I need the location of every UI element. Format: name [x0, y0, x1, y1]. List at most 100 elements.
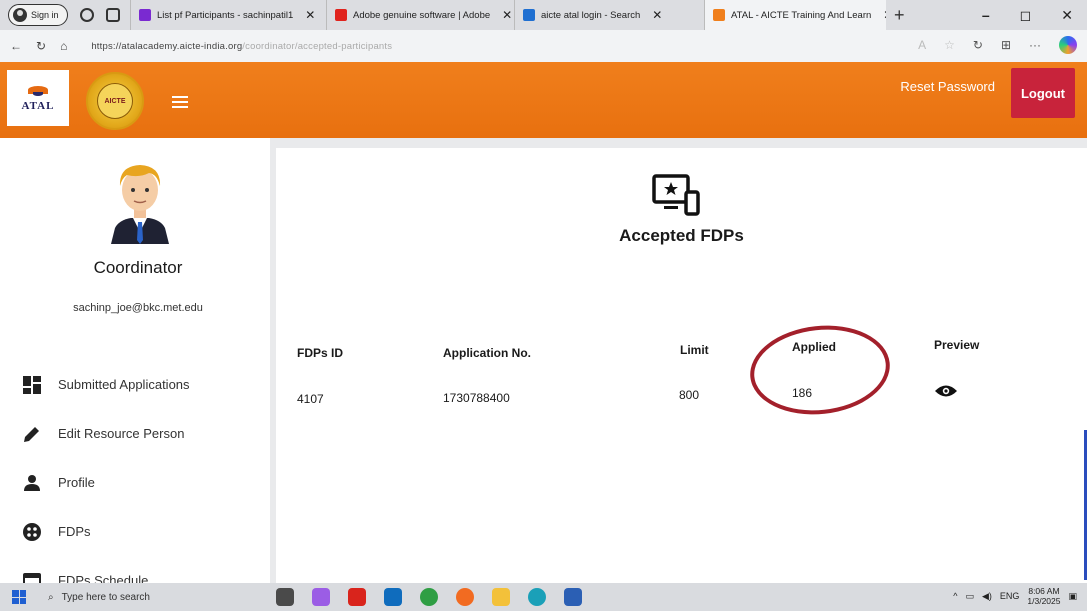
column-header-preview: Preview — [934, 338, 980, 352]
pencil-icon — [22, 424, 42, 444]
clock[interactable]: 8:06 AM 1/3/2025 — [1027, 586, 1060, 606]
copilot-app-icon[interactable] — [312, 588, 330, 606]
logout-button[interactable]: Logout — [1011, 68, 1075, 118]
notifications-icon[interactable]: ▣ — [1068, 591, 1077, 602]
volume-icon[interactable]: ◀) — [982, 591, 992, 602]
tab-title: aicte atal login - Search — [541, 9, 641, 21]
profile-icon — [13, 8, 27, 22]
url-field[interactable]: https://atalacademy.aicte-india.org/coor… — [91, 41, 392, 52]
browser-toolbar-right: A ☆ ↻ ⊞ ··· — [918, 36, 1077, 54]
column-header-fdps-id: FDPs ID — [297, 346, 344, 360]
site-header: ATAL AICTE Reset Password Logout — [0, 62, 1087, 138]
windows-start-icon[interactable] — [12, 590, 26, 604]
browser-tab[interactable]: aicte atal login - Search ✕ — [514, 0, 704, 30]
sidebar-nav: Submitted Applications Edit Resource Per… — [22, 360, 190, 605]
taskbar-apps — [276, 588, 582, 606]
browser-tab[interactable]: Adobe genuine software | Adobe ✕ — [326, 0, 514, 30]
page-title: Accepted FDPs — [619, 226, 744, 245]
column-header-limit: Limit — [680, 343, 709, 357]
url-host: https://atalacademy.aicte-india.org — [91, 40, 243, 52]
tab-title: ATAL - AICTE Training And Learn — [731, 9, 872, 21]
copilot-icon[interactable] — [1059, 36, 1077, 54]
outlook-icon[interactable] — [384, 588, 402, 606]
close-tab-icon[interactable]: ✕ — [502, 8, 512, 22]
file-explorer-icon[interactable] — [492, 588, 510, 606]
search-icon: ⌕ — [48, 591, 54, 603]
acrobat-icon[interactable] — [348, 588, 366, 606]
taskbar: ⌕ Type here to search ^ ▭ ◀) ENG 8:06 AM… — [0, 583, 1087, 611]
chrome-icon[interactable] — [420, 588, 438, 606]
firefox-icon[interactable] — [456, 588, 474, 606]
word-icon[interactable] — [564, 588, 582, 606]
menu-toggle-icon[interactable] — [172, 96, 188, 108]
task-view-icon[interactable] — [276, 588, 294, 606]
maximize-button[interactable]: ◻ — [1020, 7, 1032, 24]
cell-fdps-id: 4107 — [297, 392, 324, 406]
column-header-application-no: Application No. — [443, 346, 531, 360]
person-icon — [22, 473, 42, 493]
sidebar-item-label: Profile — [58, 475, 95, 490]
back-icon[interactable]: ← — [10, 39, 22, 53]
screen: Sign in List pf Participants - sachinpat… — [0, 0, 1087, 611]
minimize-button[interactable]: – — [982, 7, 990, 23]
eye-icon — [935, 385, 957, 397]
system-tray: ^ ▭ ◀) ENG 8:06 AM 1/3/2025 ▣ — [953, 586, 1077, 606]
circle-dots-icon — [22, 522, 42, 542]
cell-application-no: 1730788400 — [443, 391, 510, 405]
close-tab-icon[interactable]: ✕ — [305, 8, 315, 22]
site-favicon-icon — [139, 9, 151, 21]
browser-tab-active[interactable]: ATAL - AICTE Training And Learn ✕ — [704, 0, 886, 30]
new-tab-button[interactable]: + — [894, 5, 905, 26]
read-aloud-icon[interactable]: A — [918, 38, 926, 52]
sidebar: Coordinator sachinp_joe@bkc.met.edu Subm… — [0, 138, 270, 590]
sidebar-item-label: Submitted Applications — [58, 377, 190, 392]
browser-tab[interactable]: List pf Participants - sachinpatil1 ✕ — [130, 0, 326, 30]
dashboard-icon — [22, 375, 42, 395]
clock-date: 1/3/2025 — [1027, 596, 1061, 606]
logo-text: ATAL — [21, 100, 55, 112]
chevron-up-icon[interactable]: ^ — [953, 591, 957, 601]
home-icon[interactable]: ⌂ — [60, 39, 67, 53]
aicte-seal: AICTE — [86, 72, 144, 130]
browser-tab-strip: Sign in List pf Participants - sachinpat… — [0, 0, 1087, 30]
refresh-page-icon[interactable]: ↻ — [973, 38, 983, 52]
favorites-icon[interactable]: ☆ — [944, 38, 955, 52]
seal-text: AICTE — [97, 83, 133, 119]
address-bar: ← ↻ ⌂ https://atalacademy.aicte-india.or… — [0, 30, 1087, 62]
more-icon[interactable]: ··· — [1029, 38, 1041, 52]
tab-title: Adobe genuine software | Adobe — [353, 9, 491, 21]
role-title: Coordinator — [93, 258, 183, 277]
collections-icon[interactable]: ⊞ — [1001, 38, 1011, 52]
sidebar-item-edit-resource-person[interactable]: Edit Resource Person — [22, 409, 190, 458]
atal-logo[interactable]: ATAL — [7, 70, 69, 126]
avatar — [111, 165, 169, 244]
signin-button[interactable]: Sign in — [8, 4, 68, 26]
adobe-favicon-icon — [335, 9, 347, 21]
highlight-circle-annotation — [745, 318, 895, 422]
network-icon[interactable]: ▭ — [965, 591, 974, 602]
atal-bird-icon — [25, 84, 51, 98]
taskbar-search-placeholder: Type here to search — [61, 591, 150, 603]
close-tab-icon[interactable]: ✕ — [652, 8, 662, 22]
sidebar-item-fdps[interactable]: FDPs — [22, 507, 190, 556]
user-email: sachinp_joe@bkc.met.edu — [73, 302, 203, 314]
close-window-button[interactable]: ✕ — [1061, 7, 1073, 24]
tab-actions-icon[interactable] — [106, 8, 120, 22]
sidebar-item-label: Edit Resource Person — [58, 426, 185, 441]
edge-icon[interactable] — [528, 588, 546, 606]
monitor-star-icon — [652, 174, 700, 216]
workspaces-icon[interactable] — [80, 8, 94, 22]
close-tab-icon[interactable]: ✕ — [883, 8, 886, 22]
language-indicator[interactable]: ENG — [1000, 591, 1020, 601]
sidebar-item-label: FDPs — [58, 524, 91, 539]
refresh-icon[interactable]: ↻ — [36, 39, 46, 53]
sidebar-item-profile[interactable]: Profile — [22, 458, 190, 507]
sidebar-item-submitted-applications[interactable]: Submitted Applications — [22, 360, 190, 409]
main-content: Accepted FDPs FDPs ID Application No. Li… — [276, 148, 1087, 583]
atal-favicon-icon — [713, 9, 725, 21]
window-controls: – ◻ ✕ — [982, 0, 1087, 30]
tab-title: List pf Participants - sachinpatil1 — [157, 9, 294, 21]
reset-password-link[interactable]: Reset Password — [900, 79, 995, 94]
taskbar-search[interactable]: ⌕ Type here to search — [48, 587, 248, 607]
preview-button[interactable] — [934, 384, 958, 401]
